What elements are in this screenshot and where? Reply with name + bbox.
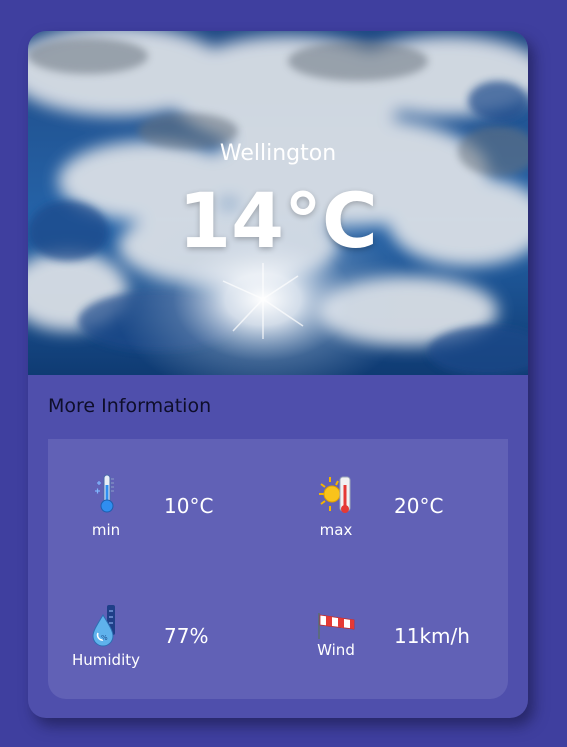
stat-max: max 20°C: [278, 473, 498, 573]
stat-min: min 10°C: [48, 473, 268, 573]
stat-min-value: 10°C: [164, 494, 214, 518]
more-information-heading: More Information: [48, 395, 212, 417]
stat-humidity: % Humidity 77%: [48, 603, 268, 703]
city-name: Wellington: [219, 141, 337, 166]
stat-min-label: min: [91, 521, 121, 539]
current-temperature: 14°C: [178, 176, 378, 265]
stat-humidity-value: 77%: [164, 624, 209, 648]
stat-wind: Wind 11km/h: [278, 603, 498, 703]
sky-hero-image: Wellington 14°C: [28, 31, 528, 375]
windsock-icon: [288, 603, 384, 673]
stat-max-value: 20°C: [394, 494, 444, 518]
stat-humidity-label: Humidity: [71, 651, 140, 669]
weather-details-panel: min 10°C max 20°C % Humidity 77% Wind 11…: [48, 439, 508, 699]
svg-text:%: %: [101, 634, 108, 642]
stat-max-label: max: [319, 521, 353, 539]
stat-wind-label: Wind: [317, 641, 355, 659]
weather-card: Wellington 14°C More Information min 10°…: [28, 31, 528, 718]
stat-wind-value: 11km/h: [394, 624, 470, 648]
